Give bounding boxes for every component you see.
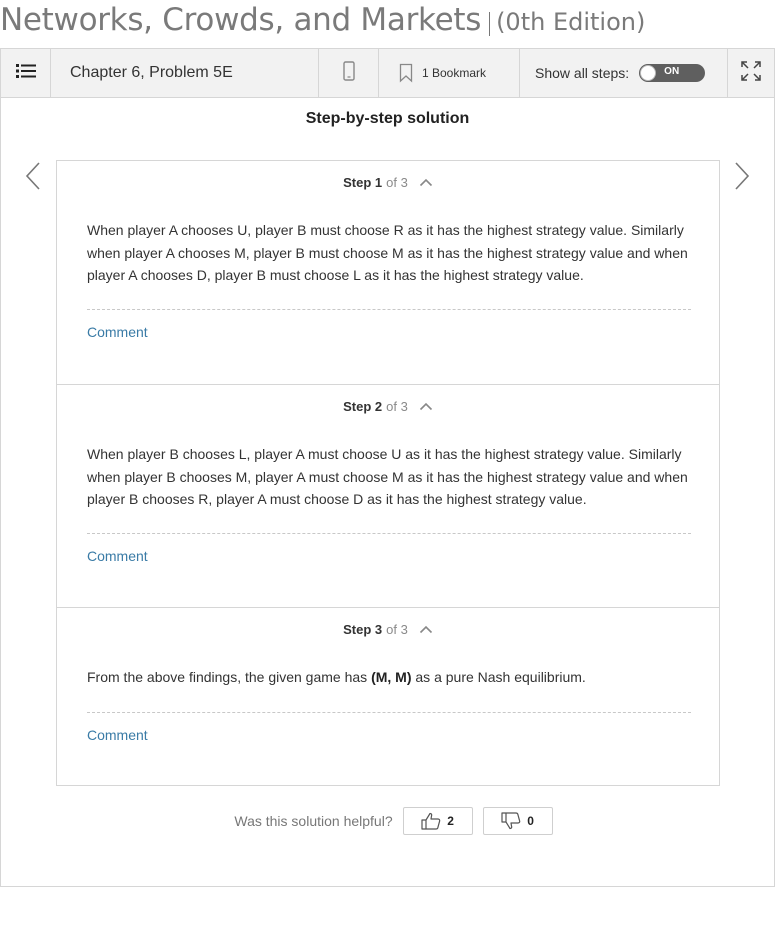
step-text: When player B chooses L, player A must c… <box>87 446 688 507</box>
step-card: Step 3 of 3 From the above findings, the… <box>57 607 719 785</box>
next-problem-button[interactable] <box>732 161 752 191</box>
toggle-knob <box>640 65 657 81</box>
step-divider <box>87 309 691 310</box>
chevron-up-icon <box>419 402 432 411</box>
book-edition: (0th Edition) <box>496 8 646 36</box>
chevron-up-icon <box>419 178 432 187</box>
bookmark-icon <box>399 63 413 83</box>
step-text: When player A chooses U, player B must c… <box>87 222 688 283</box>
feedback-question: Was this solution helpful? <box>234 813 393 829</box>
step-header: Step 2 of 3 <box>57 399 719 414</box>
thumbs-down-icon <box>501 812 521 830</box>
comment-link[interactable]: Comment <box>87 324 148 340</box>
comment-link[interactable]: Comment <box>87 548 148 564</box>
thumbs-up-icon <box>421 812 441 830</box>
previous-problem-button[interactable] <box>23 161 43 191</box>
collapse-step-button[interactable] <box>419 402 433 411</box>
show-all-steps-label: Show all steps: <box>535 65 630 81</box>
step-count: of 3 <box>386 622 408 637</box>
fullscreen-button[interactable] <box>728 49 774 97</box>
toolbar: Chapter 6, Problem 5E 1 Bookmark Show al… <box>1 49 774 98</box>
collapse-step-button[interactable] <box>419 178 433 187</box>
step-label: Step 1 <box>343 175 383 190</box>
show-all-steps-toggle[interactable]: ON <box>639 64 706 82</box>
equilibrium-value: (M, M) <box>371 669 412 685</box>
step-text-part: From the above findings, the given game … <box>87 669 372 685</box>
mobile-icon <box>342 60 355 86</box>
collapse-step-button[interactable] <box>419 625 433 634</box>
dislikes-count: 0 <box>527 814 534 828</box>
step-header: Step 3 of 3 <box>57 622 719 637</box>
step-count: of 3 <box>386 399 408 414</box>
book-title: Networks, Crowds, and Markets (0th Editi… <box>0 2 645 46</box>
bookmark-label: 1 Bookmark <box>422 66 487 80</box>
step-count: of 3 <box>386 175 408 190</box>
chevron-right-icon <box>735 162 750 190</box>
chevron-left-icon <box>25 162 40 190</box>
mobile-view-button[interactable] <box>319 49 379 97</box>
feedback-bar: Was this solution helpful? 2 0 <box>1 807 774 835</box>
step-divider <box>87 712 691 713</box>
show-all-steps: Show all steps: ON <box>520 49 728 97</box>
step-header: Step 1 of 3 <box>57 175 719 190</box>
step-divider <box>87 533 691 534</box>
solution-heading: Step-by-step solution <box>305 110 470 127</box>
title-separator <box>489 12 491 36</box>
thumbs-down-button[interactable]: 0 <box>482 807 553 835</box>
book-name: Networks, Crowds, and Markets <box>0 2 482 38</box>
step-text-part: as a pure Nash equilibrium. <box>411 669 586 685</box>
step-card: Step 2 of 3 When player B chooses L, pla… <box>57 384 719 607</box>
solution-panel: Chapter 6, Problem 5E 1 Bookmark Show al… <box>0 48 775 887</box>
toc-button[interactable] <box>1 49 51 97</box>
step-label: Step 2 <box>343 399 383 414</box>
chapter-problem-label: Chapter 6, Problem 5E <box>51 49 319 97</box>
comment-link[interactable]: Comment <box>87 727 148 743</box>
list-icon <box>15 63 36 84</box>
step-label: Step 3 <box>343 622 383 637</box>
thumbs-up-button[interactable]: 2 <box>402 807 473 835</box>
bookmark-button[interactable]: 1 Bookmark <box>379 49 520 97</box>
step-card: Step 1 of 3 When player A chooses U, pla… <box>57 161 719 384</box>
step-text: From the above findings, the given game … <box>87 666 691 689</box>
steps-container: Step 1 of 3 When player A chooses U, pla… <box>56 160 720 786</box>
likes-count: 2 <box>447 814 454 828</box>
toggle-state: ON <box>664 66 680 77</box>
expand-icon <box>740 60 762 87</box>
chevron-up-icon <box>419 625 432 634</box>
